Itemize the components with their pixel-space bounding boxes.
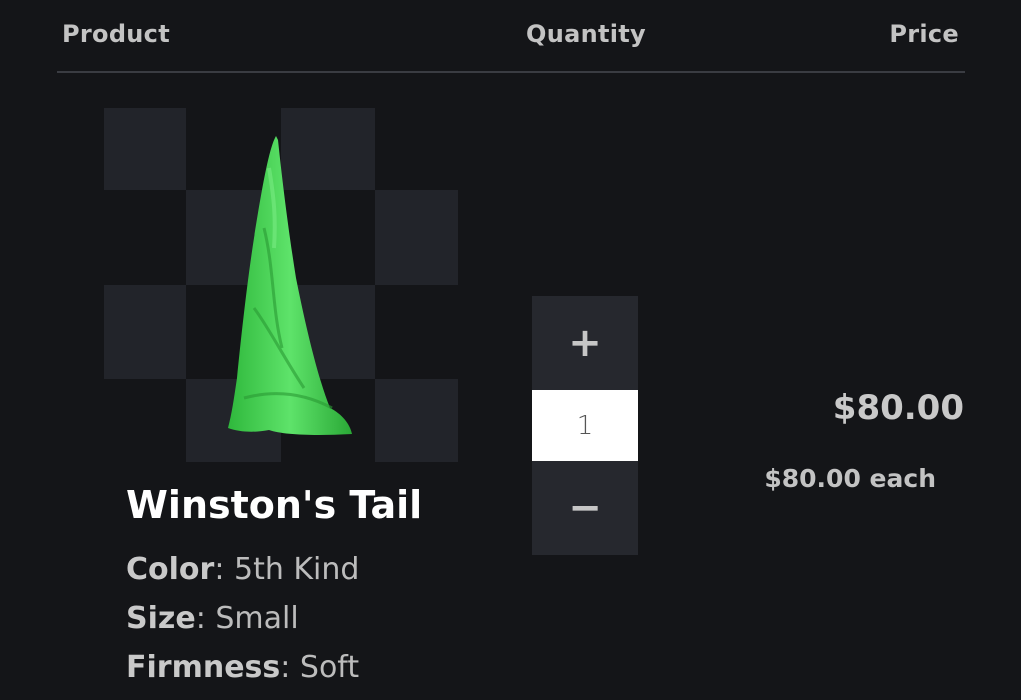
plus-icon: + <box>568 320 602 366</box>
option-size-label: Size <box>126 601 196 636</box>
column-header-price: Price <box>889 20 959 48</box>
decrement-button[interactable]: − <box>532 461 638 555</box>
column-header-quantity: Quantity <box>526 20 646 48</box>
option-size: Size: Small <box>126 601 299 636</box>
column-header-product: Product <box>62 20 170 48</box>
minus-icon: − <box>568 485 602 531</box>
cart-page: Product Quantity Price Winston's Tail Co… <box>0 0 1021 700</box>
product-image-graphic <box>104 108 458 462</box>
increment-button[interactable]: + <box>532 296 638 390</box>
product-title[interactable]: Winston's Tail <box>126 483 422 527</box>
option-color: Color: 5th Kind <box>126 552 360 587</box>
option-size-value: Small <box>215 601 299 636</box>
option-color-label: Color <box>126 552 215 587</box>
price-each: $80.00 each <box>764 464 936 493</box>
option-firmness-label: Firmness <box>126 650 281 685</box>
option-firmness: Firmness: Soft <box>126 650 360 685</box>
quantity-input[interactable] <box>532 390 638 461</box>
product-image[interactable] <box>104 108 458 462</box>
header-divider <box>57 71 965 73</box>
option-firmness-value: Soft <box>299 650 360 685</box>
quantity-stepper: + − <box>532 296 638 555</box>
price-total: $80.00 <box>832 388 964 428</box>
option-color-value: 5th Kind <box>233 552 360 587</box>
